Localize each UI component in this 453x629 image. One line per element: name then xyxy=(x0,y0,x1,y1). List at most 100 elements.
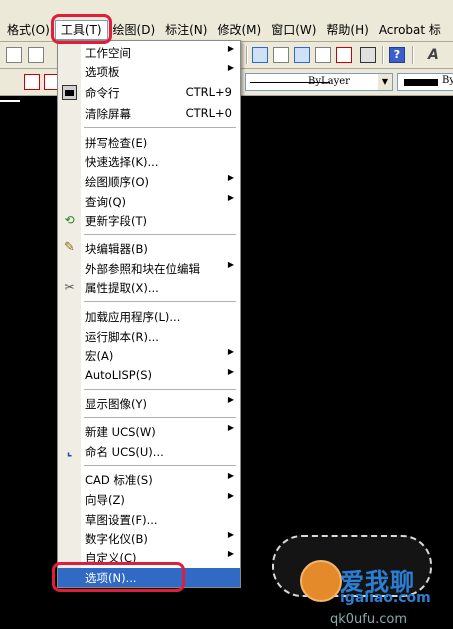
menu-separator xyxy=(84,465,236,466)
lineweight-label: By xyxy=(442,75,453,86)
linetype-label: ByLayer xyxy=(308,76,350,87)
update-fields-icon: ⟲ xyxy=(64,213,75,227)
menu-item-cad-standards[interactable]: CAD 标准(S) ▶ xyxy=(58,470,240,489)
canvas-crosshair-marker xyxy=(0,100,20,102)
sheet-set-icon[interactable] xyxy=(315,47,331,63)
menu-item-label: 外部参照和块在位编辑 xyxy=(85,262,200,276)
menu-item-autolisp[interactable]: AutoLISP(S) ▶ xyxy=(58,366,240,385)
menu-modify[interactable]: 修改(M) xyxy=(212,20,266,40)
submenu-arrow-icon: ▶ xyxy=(227,173,234,182)
command-line-icon xyxy=(62,85,77,100)
menu-item-label: 拼写检查(E) xyxy=(85,136,148,150)
menu-item-label: 向导(Z) xyxy=(85,493,125,507)
menu-item-label: 块编辑器(B) xyxy=(85,242,148,256)
submenu-arrow-icon: ▶ xyxy=(227,423,234,432)
watermark-url: igaliao.com xyxy=(340,590,431,606)
pdf-icon[interactable] xyxy=(24,74,40,90)
menu-separator xyxy=(84,301,236,302)
menu-item-spelling[interactable]: 拼写检查(E) xyxy=(58,133,240,152)
text-style-icon[interactable]: A xyxy=(428,47,444,63)
menu-item-label: 快速选择(K)... xyxy=(85,155,159,169)
toolbar-separator xyxy=(382,46,384,64)
menu-help[interactable]: 帮助(H) xyxy=(321,20,373,40)
help-icon[interactable]: ? xyxy=(389,47,405,63)
watermark-logo-icon xyxy=(300,560,342,602)
menu-item-load-application[interactable]: 加载应用程序(L)... xyxy=(58,307,240,326)
submenu-arrow-icon: ▶ xyxy=(227,549,234,558)
submenu-arrow-icon: ▶ xyxy=(227,491,234,500)
menu-item-update-fields[interactable]: ⟲ 更新字段(T) xyxy=(58,211,240,230)
menu-item-wizards[interactable]: 向导(Z) ▶ xyxy=(58,490,240,509)
menu-item-label: 工作空间 xyxy=(85,46,131,60)
menu-item-shortcut: CTRL+0 xyxy=(185,106,232,120)
menu-item-block-editor[interactable]: ✎ 块编辑器(B) xyxy=(58,239,240,258)
pencil-icon[interactable] xyxy=(6,47,22,63)
menu-item-xref-edit[interactable]: 外部参照和块在位编辑 ▶ xyxy=(58,259,240,278)
submenu-arrow-icon: ▶ xyxy=(227,260,234,269)
menu-separator xyxy=(84,127,236,128)
tool-palettes-icon[interactable] xyxy=(294,47,310,63)
menu-separator xyxy=(84,234,236,235)
submenu-arrow-icon: ▶ xyxy=(227,63,234,72)
ucs-icon: ⌞ xyxy=(66,444,73,458)
menu-item-draw-order[interactable]: 绘图顺序(O) ▶ xyxy=(58,172,240,191)
menu-item-run-script[interactable]: 运行脚本(R)... xyxy=(58,327,240,346)
menu-format[interactable]: 格式(O) xyxy=(2,20,55,40)
menu-dimension[interactable]: 标注(N) xyxy=(160,20,212,40)
menu-item-clean-screen[interactable]: 清除屏幕 CTRL+0 xyxy=(58,104,240,123)
menu-separator xyxy=(84,389,236,390)
menu-item-macro[interactable]: 宏(A) ▶ xyxy=(58,346,240,365)
submenu-arrow-icon: ▶ xyxy=(227,530,234,539)
menu-item-label: 数字化仪(B) xyxy=(85,532,148,546)
menu-item-drafting-settings[interactable]: 草图设置(F)... xyxy=(58,510,240,529)
submenu-arrow-icon: ▶ xyxy=(227,395,234,404)
menu-window[interactable]: 窗口(W) xyxy=(266,20,321,40)
menu-item-new-ucs[interactable]: 新建 UCS(W) ▶ xyxy=(58,422,240,441)
menu-item-palettes[interactable]: 选项板 ▶ xyxy=(58,62,240,81)
menu-item-label: 更新字段(T) xyxy=(85,214,147,228)
menu-item-label: 清除屏幕 xyxy=(85,107,131,121)
menu-item-label: CAD 标准(S) xyxy=(85,473,153,487)
calculator-icon[interactable] xyxy=(360,47,376,63)
menu-item-label: 绘图顺序(O) xyxy=(85,175,150,189)
menu-item-inquiry[interactable]: 查询(Q) ▶ xyxy=(58,192,240,211)
menu-item-label: 宏(A) xyxy=(85,349,114,363)
tools-dropdown-menu: 工作空间 ▶ 选项板 ▶ 命令行 CTRL+9 清除屏幕 CTRL+0 拼写检查… xyxy=(57,40,241,588)
menu-separator xyxy=(84,417,236,418)
submenu-arrow-icon: ▶ xyxy=(227,347,234,356)
tools-menu-highlight-ring xyxy=(51,14,112,44)
brush-icon[interactable] xyxy=(28,47,44,63)
menu-item-label: 运行脚本(R)... xyxy=(85,330,159,344)
menu-item-label: 查询(Q) xyxy=(85,195,127,209)
chevron-down-icon[interactable]: ▼ xyxy=(378,74,392,90)
menu-item-shortcut: CTRL+9 xyxy=(185,85,232,99)
menu-item-workspaces[interactable]: 工作空间 ▶ xyxy=(58,43,240,62)
menu-draw[interactable]: 绘图(D) xyxy=(108,20,161,40)
menu-item-label: 属性提取(X)... xyxy=(85,281,159,295)
attribute-extract-icon: ✂ xyxy=(64,280,75,294)
block-editor-icon: ✎ xyxy=(64,240,75,255)
menu-item-label: 加载应用程序(L)... xyxy=(85,310,181,324)
menu-item-attribute-extract[interactable]: ✂ 属性提取(X)... xyxy=(58,278,240,297)
markup-icon[interactable] xyxy=(336,47,352,63)
submenu-arrow-icon: ▶ xyxy=(227,193,234,202)
submenu-arrow-icon: ▶ xyxy=(227,367,234,376)
menu-item-label: 命令行 xyxy=(85,86,120,100)
menu-item-command-line[interactable]: 命令行 CTRL+9 xyxy=(58,83,240,102)
menu-item-label: AutoLISP(S) xyxy=(85,368,153,382)
lineweight-preview xyxy=(404,79,438,86)
menu-acrobat[interactable]: Acrobat 标 xyxy=(374,20,453,40)
menu-item-quick-select[interactable]: 快速选择(K)... xyxy=(58,152,240,171)
submenu-arrow-icon: ▶ xyxy=(227,471,234,480)
design-center-icon[interactable] xyxy=(273,47,289,63)
menu-item-display-image[interactable]: 显示图像(Y) ▶ xyxy=(58,394,240,413)
menu-item-named-ucs[interactable]: ⌞ 命名 UCS(U)... xyxy=(58,442,240,461)
linetype-combo[interactable]: ByLayer ▼ xyxy=(245,73,393,91)
properties-icon[interactable] xyxy=(252,47,268,63)
menu-item-tablet[interactable]: 数字化仪(B) ▶ xyxy=(58,529,240,548)
submenu-arrow-icon: ▶ xyxy=(227,44,234,53)
lineweight-combo[interactable]: By xyxy=(397,73,453,91)
menu-item-label: 选项板 xyxy=(85,65,120,79)
menu-item-label: 草图设置(F)... xyxy=(85,513,158,527)
menu-item-label: 新建 UCS(W) xyxy=(85,425,156,439)
